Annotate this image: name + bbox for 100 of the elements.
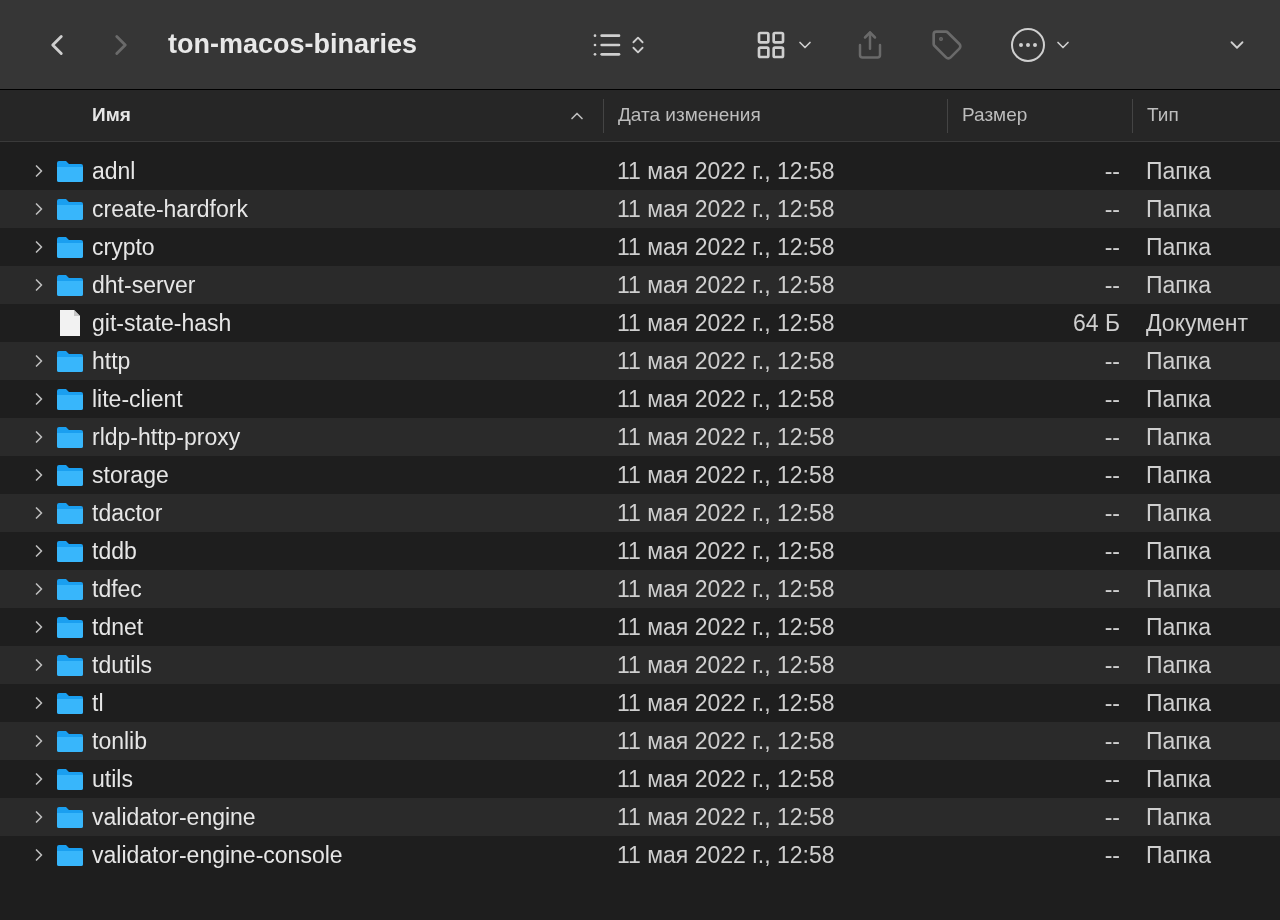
type-cell: Папка (1146, 803, 1212, 830)
file-name: crypto (92, 232, 155, 262)
folder-icon (56, 539, 84, 563)
file-name: tdactor (92, 498, 163, 528)
folder-icon (56, 805, 84, 829)
size-cell-text: -- (1104, 802, 1120, 832)
type-cell: Папка (1146, 689, 1212, 716)
type-cell: Папка (1146, 575, 1212, 602)
size-cell-text: -- (1104, 498, 1120, 528)
size-cell-text: -- (1104, 460, 1120, 490)
date-cell: 11 мая 2022 г., 12:58 (617, 157, 835, 184)
type-cell: Папка (1146, 537, 1212, 564)
date-cell: 11 мая 2022 г., 12:58 (617, 841, 835, 868)
type-cell: Папка (1146, 157, 1212, 184)
file-row[interactable]: tdfec 11 мая 2022 г., 12:58 -- Папка (0, 570, 1280, 608)
file-name: tdfec (92, 574, 142, 604)
type-cell: Папка (1146, 461, 1212, 488)
size-cell-text: -- (1104, 612, 1120, 642)
type-cell: Папка (1146, 423, 1212, 450)
type-cell: Папка (1146, 233, 1212, 260)
file-row[interactable]: tonlib 11 мая 2022 г., 12:58 -- Папка (0, 722, 1280, 760)
window-title: ton-macos-binaries (168, 28, 418, 62)
date-cell: 11 мая 2022 г., 12:58 (617, 385, 835, 412)
date-cell: 11 мая 2022 г., 12:58 (617, 537, 835, 564)
type-cell: Папка (1146, 499, 1212, 526)
date-cell: 11 мая 2022 г., 12:58 (617, 689, 835, 716)
folder-icon (56, 767, 84, 791)
column-header[interactable]: Дата изменения (603, 98, 947, 133)
type-cell: Папка (1146, 613, 1212, 640)
folder-icon (56, 387, 84, 411)
date-cell: 11 мая 2022 г., 12:58 (617, 803, 835, 830)
folder-icon (56, 159, 84, 183)
date-cell: 11 мая 2022 г., 12:58 (617, 727, 835, 754)
date-cell: 11 мая 2022 г., 12:58 (617, 423, 835, 450)
file-name: tdnet (92, 612, 144, 642)
file-name: tl (92, 688, 104, 718)
date-cell: 11 мая 2022 г., 12:58 (617, 271, 835, 298)
size-cell-text: -- (1104, 232, 1120, 262)
size-cell-text: -- (1104, 688, 1120, 718)
type-cell: Папка (1146, 765, 1212, 792)
type-cell: Папка (1146, 841, 1212, 868)
type-cell: Папка (1146, 347, 1212, 374)
file-name: storage (92, 460, 169, 490)
size-cell-text: 64 Б (1072, 308, 1120, 338)
file-name: adnl (92, 156, 136, 186)
type-cell: Документ (1146, 309, 1249, 336)
type-cell: Папка (1146, 271, 1212, 298)
file-name: dht-server (92, 270, 196, 300)
document-icon (59, 309, 81, 337)
file-name: create-hardfork (92, 194, 248, 224)
file-row[interactable]: tdactor 11 мая 2022 г., 12:58 -- Папка (0, 494, 1280, 532)
date-cell: 11 мая 2022 г., 12:58 (617, 347, 835, 374)
file-name: validator-engine-console (92, 840, 343, 870)
size-cell-text: -- (1104, 726, 1120, 756)
file-row[interactable]: dht-server 11 мая 2022 г., 12:58 -- Папка (0, 266, 1280, 304)
folder-icon (56, 197, 84, 221)
column-header[interactable]: Размер (947, 98, 1132, 133)
file-row[interactable]: http 11 мая 2022 г., 12:58 -- Папка (0, 342, 1280, 380)
tag-icon (931, 28, 964, 61)
date-cell: 11 мая 2022 г., 12:58 (617, 461, 835, 488)
file-row[interactable]: tdutils 11 мая 2022 г., 12:58 -- Папка (0, 646, 1280, 684)
folder-icon (56, 235, 84, 259)
folder-icon (56, 577, 84, 601)
size-cell-text: -- (1104, 156, 1120, 186)
size-cell-text: -- (1104, 536, 1120, 566)
date-cell: 11 мая 2022 г., 12:58 (617, 195, 835, 222)
file-name: utils (92, 764, 133, 794)
folder-icon (56, 843, 84, 867)
size-cell-text: -- (1104, 270, 1120, 300)
file-name: rldp-http-proxy (92, 422, 241, 452)
type-cell: Папка (1146, 727, 1212, 754)
size-cell-text: -- (1104, 384, 1120, 414)
folder-icon (56, 501, 84, 525)
file-name: http (92, 346, 131, 376)
folder-icon (56, 653, 84, 677)
folder-icon (56, 349, 84, 373)
type-cell: Папка (1146, 385, 1212, 412)
file-row[interactable]: create-hardfork 11 мая 2022 г., 12:58 -- Папка (0, 190, 1280, 228)
folder-icon (56, 463, 84, 487)
size-cell-text: -- (1104, 422, 1120, 452)
date-cell: 11 мая 2022 г., 12:58 (617, 309, 835, 336)
column-header[interactable]: Имя (0, 98, 603, 133)
file-name: lite-client (92, 384, 183, 414)
size-cell-text: -- (1104, 764, 1120, 794)
folder-icon (56, 425, 84, 449)
file-row[interactable]: validator-engine 11 мая 2022 г., 12:58 -- Папка (0, 798, 1280, 836)
date-cell: 11 мая 2022 г., 12:58 (617, 499, 835, 526)
size-cell-text: -- (1104, 194, 1120, 224)
folder-icon (56, 691, 84, 715)
date-cell: 11 мая 2022 г., 12:58 (617, 613, 835, 640)
size-cell-text: -- (1104, 650, 1120, 680)
file-name: validator-engine (92, 802, 256, 832)
file-row[interactable]: rldp-http-proxy 11 мая 2022 г., 12:58 -- Папка (0, 418, 1280, 456)
date-cell: 11 мая 2022 г., 12:58 (617, 233, 835, 260)
column-header[interactable]: Тип (1132, 98, 1280, 133)
date-cell: 11 мая 2022 г., 12:58 (617, 575, 835, 602)
date-cell: 11 мая 2022 г., 12:58 (617, 765, 835, 792)
type-cell: Папка (1146, 195, 1212, 222)
date-cell: 11 мая 2022 г., 12:58 (617, 651, 835, 678)
folder-icon (56, 729, 84, 753)
